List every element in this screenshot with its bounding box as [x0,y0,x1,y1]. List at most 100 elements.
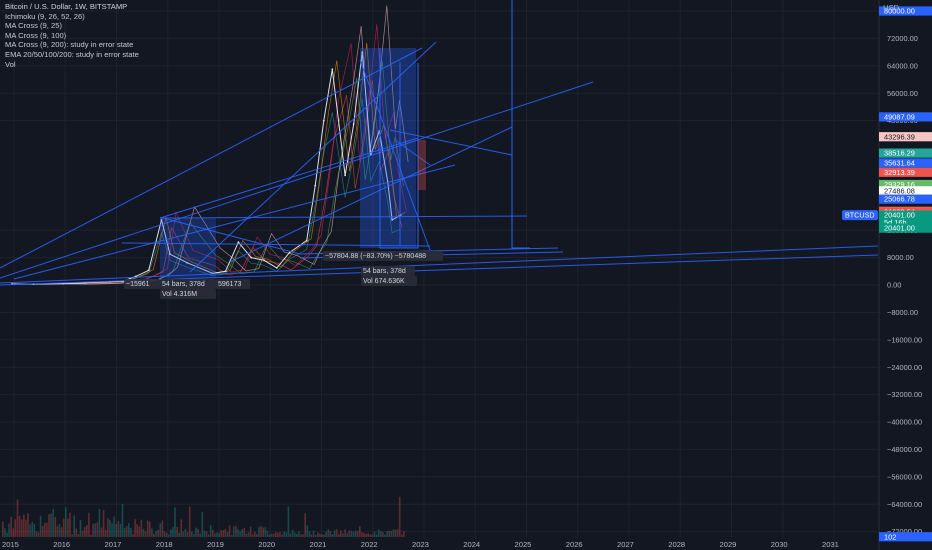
volume-bar [222,530,225,537]
volume-bar [125,526,128,537]
price-point [237,241,240,244]
volume-bar [39,515,42,537]
x-tick-label: 2023 [412,540,429,549]
study-ichimoku[interactable]: Ichimoku (9, 26, 52, 26) [5,12,139,22]
volume-bar [58,523,61,537]
x-tick-label: 2018 [156,540,173,549]
price-label: 20401.00 [884,224,915,233]
volume-bar [224,528,227,537]
volume-bar [338,533,340,537]
volume-bar [361,532,363,537]
volume-bar [163,531,166,537]
volume-bar [289,533,292,537]
study-volume[interactable]: Vol [5,60,139,70]
volume-bar [20,519,23,537]
volume-bar [270,533,273,537]
volume-bar [2,521,4,537]
symbol-title[interactable]: Bitcoin / U.S. Dollar, 1W, BITSTAMP [5,2,139,12]
x-tick-label: 2019 [207,540,224,549]
volume-bar [359,526,361,537]
x-axis: 2015 2016 2017 2018 2019 2020 2021 2022 2023 2024… [2,540,839,549]
volume-bar [172,527,174,537]
volume-bar [161,520,164,537]
x-tick-label: 2027 [617,540,634,549]
volume-bar [212,529,214,537]
volume-bar [245,533,248,537]
volume-bar [123,527,126,537]
volume-bar [174,507,176,537]
volume-bar [52,509,54,537]
study-ema[interactable]: EMA 20/50/100/200: study in error state [5,50,139,60]
price-range-box[interactable] [418,140,426,190]
vertical-line[interactable] [511,0,530,249]
price-label: 38516.29 [884,149,915,158]
volume-bar [335,529,338,537]
x-tick-label: 2016 [53,540,70,549]
volume-bar [369,534,372,537]
price-point [331,68,334,71]
y-tick-label: 0.00 [887,281,901,290]
volume-bar [191,531,193,537]
volume-bar [388,530,390,537]
trend-line[interactable] [159,215,528,219]
price-label: 102 [884,532,896,541]
volume-bar [117,520,120,537]
volume-bar [384,534,386,537]
volume-bar [239,531,241,537]
annotation-label[interactable]: 596173 [218,281,241,288]
volume-bar [293,532,296,537]
study-ma-cross-9-100[interactable]: MA Cross (9, 100) [5,31,139,41]
volume-bar [241,529,243,537]
x-tick-label: 2030 [771,540,788,549]
volume-bar [56,525,59,537]
annotation-label[interactable]: Vol 674.636K [363,278,405,285]
volume-bar [390,531,393,537]
study-ma-cross-9-200[interactable]: MA Cross (9, 200): study in error state [5,40,139,50]
volume-bar [75,528,78,537]
volume-bar [214,533,216,537]
volume-bar [4,528,6,537]
volume-bar [321,534,323,537]
volume-bar [149,521,151,537]
trend-line[interactable] [0,81,594,279]
volume-bar [104,529,107,537]
volume-bar [342,533,344,537]
date-range-box-2022[interactable] [360,48,416,248]
volume-bar [352,531,355,537]
volume-bar [167,534,170,537]
volume-bar [46,522,48,537]
y-tick-label: 64000.00 [887,61,918,70]
price-point [322,119,325,122]
price-label: 43296.39 [884,132,915,141]
study-ma-cross-9-25[interactable]: MA Cross (9, 25) [5,21,139,31]
y-tick-label: −32000.00 [887,390,922,399]
chart-canvas[interactable]: −15961 596173 54 bars, 378d Vol 4.316M −5780… [0,0,932,550]
volume-bar [140,519,143,537]
annotation-label[interactable]: 54 bars, 378d [363,268,406,275]
volume-bar [195,527,197,537]
volume-bar [107,518,109,537]
volume-bar [71,534,73,537]
volume-bar [247,532,250,537]
volume-bar [249,526,252,537]
volume-bar [144,531,147,537]
volume-bar [142,528,145,537]
volume-bar [344,529,346,537]
date-range-box-2018[interactable] [160,218,216,278]
x-tick-label: 2022 [361,540,378,549]
volume-bar [186,532,189,537]
volume-bar [193,533,195,537]
annotation-label[interactable]: Vol 4.316M [162,291,197,298]
volume-bar [113,516,115,537]
symbol-tag: BTCUSD [845,211,875,220]
volume-bar [201,511,204,537]
volume-bar [90,534,92,537]
x-tick-label: 2020 [258,540,275,549]
volume-bar [304,513,306,537]
volume-bar [354,530,357,537]
annotation-label[interactable]: −15961 [126,281,150,288]
volume-bar [170,529,172,537]
y-tick-label: 72000.00 [887,34,918,43]
annotation-label[interactable]: 54 bars, 378d [162,281,205,288]
annotation-label[interactable]: −57804.88 (−83.70%) −5780488 [325,253,426,260]
